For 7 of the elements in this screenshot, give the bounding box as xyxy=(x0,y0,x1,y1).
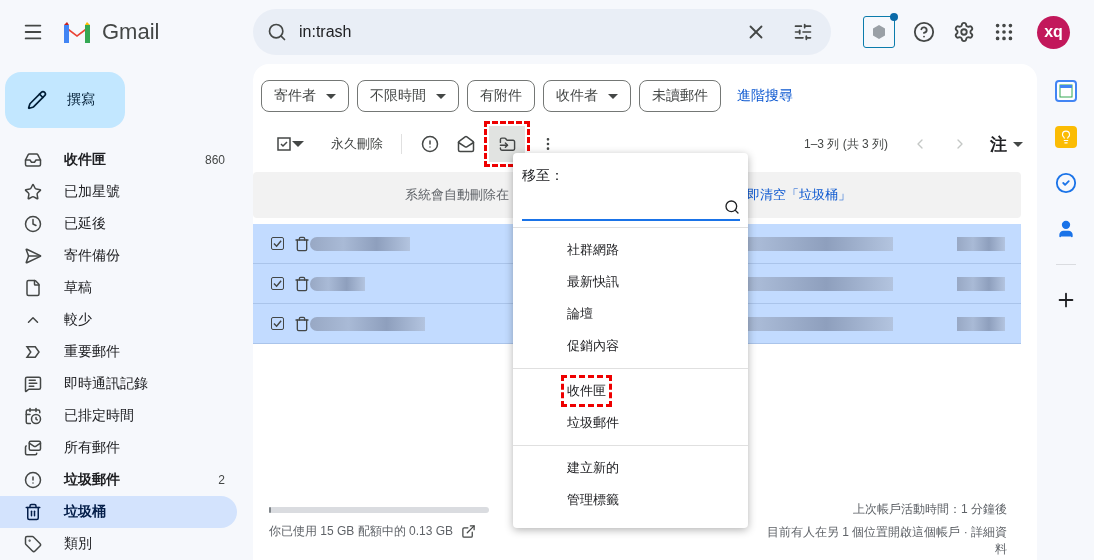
page-range: 1–3 列 (共 3 列) xyxy=(803,135,888,153)
app-name: Gmail xyxy=(102,19,160,45)
notice-text: 系統會自動刪除在 xyxy=(405,186,509,204)
storage-text: 你已使用 15 GB 配額中的 0.13 GB xyxy=(269,523,454,540)
menu-title: 移至： xyxy=(521,167,565,185)
other-location-text: 目前有人在另 1 個位置開啟這個帳戶 · 詳細資料 xyxy=(766,524,1007,558)
last-activity-text: 上次帳戶活動時間：1 分鐘後 xyxy=(853,501,1007,518)
